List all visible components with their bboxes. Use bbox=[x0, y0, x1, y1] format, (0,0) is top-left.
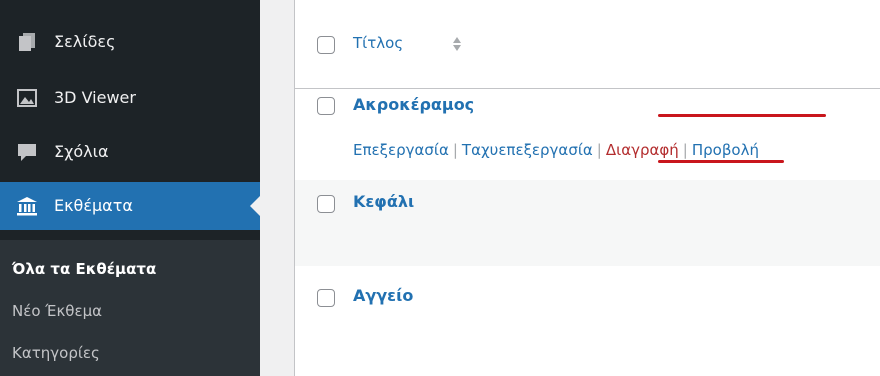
menu-item-3d-viewer[interactable]: 3D Viewer bbox=[0, 74, 260, 122]
row-checkbox[interactable] bbox=[317, 97, 335, 115]
separator: | bbox=[682, 141, 688, 159]
row-title-link[interactable]: Ακροκέραμος bbox=[353, 95, 474, 114]
row-actions: Επεξεργασία | Ταχυεπεξεργασία | Διαγραφή | Προ… bbox=[353, 141, 759, 159]
delete-link[interactable]: Διαγραφή bbox=[606, 141, 679, 159]
row-title-link[interactable]: Κεφάλι bbox=[353, 192, 414, 211]
menu-item-label: Εκθέματα bbox=[54, 196, 133, 215]
table-row: Ακροκέραμος bbox=[295, 89, 880, 180]
admin-sidebar: Σελίδες 3D Viewer Σχόλια Εκθέματα Όλα τα… bbox=[0, 0, 260, 376]
menu-item-pages[interactable]: Σελίδες bbox=[0, 18, 260, 66]
submenu-categories[interactable]: Κατηγορίες bbox=[12, 344, 100, 362]
table-row: Κεφάλι bbox=[295, 180, 880, 266]
active-menu-pointer bbox=[250, 196, 260, 216]
image-icon bbox=[17, 89, 37, 107]
submenu-all-exhibits[interactable]: Όλα τα Εκθέματα bbox=[12, 260, 156, 278]
pages-icon bbox=[19, 33, 35, 51]
quick-edit-link[interactable]: Ταχυεπεξεργασία bbox=[462, 141, 593, 159]
menu-item-comments[interactable]: Σχόλια bbox=[0, 128, 260, 176]
menu-item-label: Σελίδες bbox=[54, 32, 116, 51]
table-row: Αγγείο bbox=[295, 266, 880, 376]
annotation-underline bbox=[658, 114, 826, 117]
exhibits-submenu: Όλα τα Εκθέματα Νέο Έκθεμα Κατηγορίες bbox=[0, 240, 260, 376]
menu-item-label: Σχόλια bbox=[54, 142, 109, 161]
menu-item-label: 3D Viewer bbox=[54, 88, 136, 107]
museum-icon bbox=[17, 197, 37, 216]
annotation-underline bbox=[658, 160, 784, 163]
row-title-link[interactable]: Αγγείο bbox=[353, 286, 413, 305]
exhibits-table: Τίτλος Ακροκέραμος Επεξεργασία | Ταχυεπεξε… bbox=[294, 0, 880, 376]
view-link[interactable]: Προβολή bbox=[692, 141, 759, 159]
separator: | bbox=[452, 141, 458, 159]
submenu-new-exhibit[interactable]: Νέο Έκθεμα bbox=[12, 302, 102, 320]
separator: | bbox=[596, 141, 602, 159]
row-checkbox[interactable] bbox=[317, 289, 335, 307]
column-title-sort-link[interactable]: Τίτλος bbox=[353, 34, 403, 52]
menu-item-exhibits[interactable]: Εκθέματα bbox=[0, 182, 260, 230]
sort-icon bbox=[453, 37, 461, 51]
comment-icon bbox=[18, 144, 36, 161]
edit-link[interactable]: Επεξεργασία bbox=[353, 141, 449, 159]
table-header-row: Τίτλος bbox=[295, 0, 880, 89]
row-checkbox[interactable] bbox=[317, 195, 335, 213]
select-all-checkbox[interactable] bbox=[317, 36, 335, 54]
